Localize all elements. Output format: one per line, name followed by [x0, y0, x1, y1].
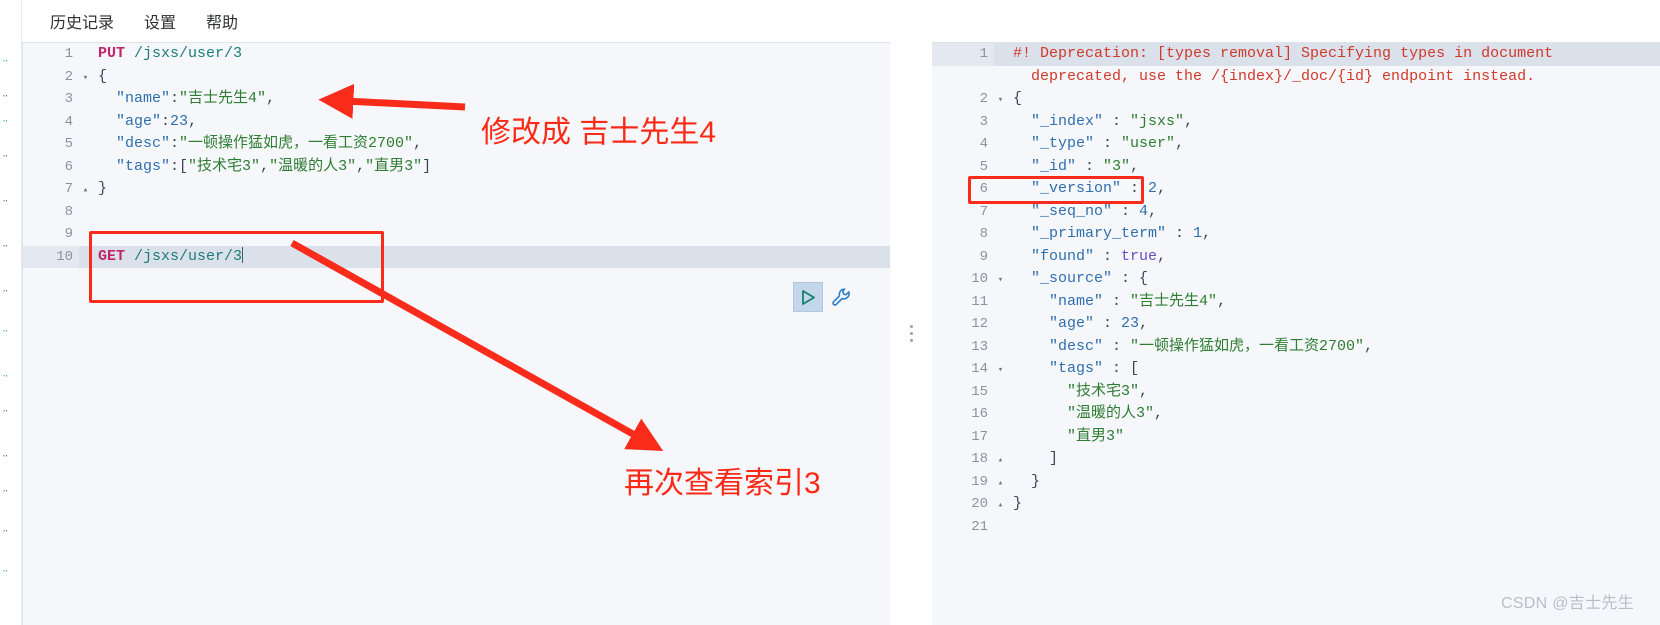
elasticsearch-head-window: " " " " " " " " " " " " " " 历史记录 设置 帮助 1 PUT /jsxs/use…: [0, 0, 1660, 625]
arrow-to-name-field: [318, 83, 466, 119]
arrow-to-get-request: [290, 239, 664, 452]
watermark: CSDN @吉士先生: [1500, 595, 1634, 612]
annotation-overlay: [290, 83, 664, 452]
